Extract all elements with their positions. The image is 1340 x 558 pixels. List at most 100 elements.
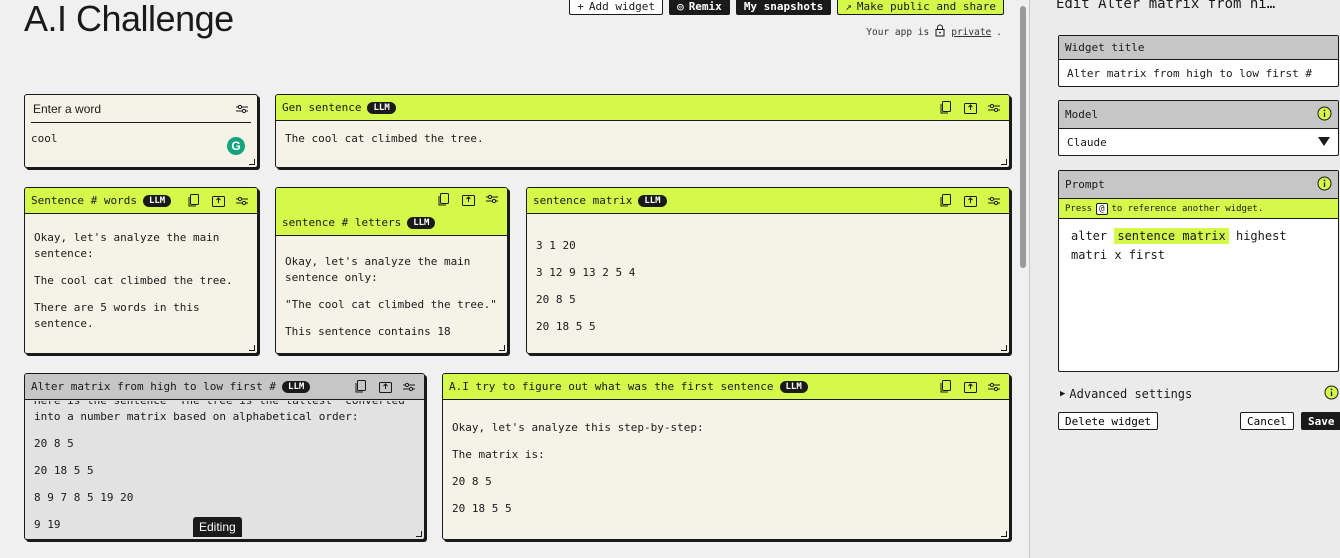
panel-title: Edit Alter matrix from hi…: [1056, 0, 1276, 12]
widget-header: Enter a word: [31, 95, 251, 123]
copy-icon[interactable]: [437, 192, 451, 206]
widget-title: sentence # letters: [282, 216, 402, 229]
widget-header: Sentence # words LLM: [25, 188, 257, 214]
info-icon[interactable]: [1324, 385, 1339, 403]
resize-handle[interactable]: [249, 159, 255, 165]
widget-header: Alter matrix from high to low first # LL…: [25, 374, 424, 400]
resize-handle[interactable]: [249, 345, 255, 351]
top-actions: + Add widget ◎ Remix My snapshots ↗ Make pu…: [569, 0, 1004, 15]
app-canvas: A.I Challenge + Add widget ◎ Remix My snap…: [0, 0, 1018, 558]
widget-header: A.I try to figure out what was the first…: [443, 374, 1009, 400]
editing-badge: Editing: [193, 517, 242, 537]
export-icon[interactable]: [963, 194, 977, 208]
widget-header: sentence matrix LLM: [527, 188, 1009, 214]
my-snapshots-button[interactable]: My snapshots: [735, 0, 832, 15]
widget-title-label: Widget title: [1059, 36, 1338, 60]
copy-icon[interactable]: [939, 194, 953, 208]
sliders-icon[interactable]: [987, 101, 1001, 115]
copy-icon[interactable]: [187, 194, 201, 208]
prompt-label: Prompt: [1065, 178, 1105, 191]
widget-guess-sentence[interactable]: A.I try to figure out what was the first…: [442, 373, 1010, 540]
sliders-icon[interactable]: [485, 192, 499, 206]
widget-output: Okay, let's analyze this step-by-step: T…: [452, 421, 704, 515]
privacy-status: Your app is private.: [866, 24, 1002, 40]
llm-badge: LLM: [407, 216, 436, 229]
copy-icon[interactable]: [354, 380, 368, 394]
model-select[interactable]: Claude: [1059, 129, 1338, 155]
widget-alter-matrix[interactable]: Alter matrix from high to low first # LL…: [24, 373, 425, 540]
resize-handle[interactable]: [1001, 531, 1007, 537]
add-widget-button[interactable]: + Add widget: [569, 0, 664, 15]
llm-badge: LLM: [367, 101, 396, 114]
prompt-hint: Press @ to reference another widget.: [1059, 199, 1338, 219]
widget-output: Here is the sentence "The tree is the ta…: [34, 401, 405, 529]
remix-icon: ◎: [677, 0, 684, 13]
sliders-icon[interactable]: [235, 102, 249, 116]
llm-badge: LLM: [779, 380, 808, 393]
canvas-scrollbar[interactable]: [1018, 0, 1028, 558]
copy-icon[interactable]: [939, 380, 953, 394]
llm-badge: LLM: [638, 194, 667, 207]
widget-title: A.I try to figure out what was the first…: [449, 380, 774, 393]
widget-title-section: Widget title Alter matrix from high to l…: [1058, 35, 1339, 87]
widget-output: 3 1 20 3 12 9 13 2 5 4 20 8 5 20 18 5 5: [536, 239, 636, 333]
privacy-link[interactable]: private: [951, 27, 991, 38]
arrow-up-right-icon: ↗: [845, 0, 852, 13]
sliders-icon[interactable]: [987, 194, 1001, 208]
prompt-editor[interactable]: alter sentence matrix highest matri x fi…: [1059, 219, 1338, 273]
prompt-section: Prompt Press @ to reference another widg…: [1058, 170, 1339, 372]
llm-badge: LLM: [142, 194, 172, 207]
widget-title: Gen sentence: [282, 101, 362, 114]
export-icon[interactable]: [211, 194, 225, 208]
remix-button[interactable]: ◎ Remix: [669, 0, 730, 15]
sliders-icon[interactable]: [235, 194, 249, 208]
export-icon[interactable]: [378, 380, 392, 394]
resize-handle[interactable]: [416, 531, 422, 537]
widget-title: sentence matrix: [533, 194, 633, 207]
widget-title: Enter a word: [33, 101, 102, 116]
scrollbar-thumb[interactable]: [1020, 6, 1026, 268]
info-icon[interactable]: [1317, 176, 1332, 194]
edit-panel: Edit Alter matrix from hi… Widget title …: [1029, 0, 1340, 558]
share-button[interactable]: ↗ Make public and share: [837, 0, 1004, 15]
resize-handle[interactable]: [1001, 159, 1007, 165]
word-input[interactable]: cool: [25, 123, 257, 155]
grammarly-icon[interactable]: G: [227, 137, 245, 155]
sliders-icon[interactable]: [402, 380, 416, 394]
widget-output: The cool cat climbed the tree.: [285, 132, 484, 145]
save-button[interactable]: Save: [1301, 412, 1340, 430]
widget-sentence-matrix[interactable]: sentence matrix LLM 3 1 20 3 12 9 13 2 5…: [526, 187, 1010, 354]
widget-gen-sentence[interactable]: Gen sentence LLM The cool cat climbed th…: [275, 94, 1010, 168]
widget-title: Alter matrix from high to low first #: [31, 380, 277, 393]
export-icon[interactable]: [963, 380, 977, 394]
resize-handle[interactable]: [1001, 345, 1007, 351]
app-title: A.I Challenge: [24, 0, 234, 39]
info-icon[interactable]: [1317, 106, 1332, 124]
export-icon[interactable]: [461, 192, 475, 206]
widget-title: Sentence # words: [31, 194, 137, 207]
dropdown-arrow-icon: [1318, 136, 1330, 149]
widget-output: Okay, let's analyze the main sentence on…: [285, 255, 497, 338]
widget-output: Okay, let's analyze the main sentence: T…: [34, 231, 233, 330]
export-icon[interactable]: [963, 101, 977, 115]
model-label: Model: [1065, 108, 1099, 121]
model-section: Model Claude: [1058, 100, 1339, 156]
widget-reference-chip[interactable]: sentence matrix: [1114, 228, 1229, 244]
advanced-settings-toggle[interactable]: ▶ Advanced settings: [1060, 385, 1339, 403]
resize-handle[interactable]: [499, 345, 505, 351]
widget-header: Gen sentence LLM: [276, 95, 1009, 121]
delete-widget-button[interactable]: Delete widget: [1058, 412, 1159, 430]
widget-sentence-words[interactable]: Sentence # words LLM Okay, let's analyze…: [24, 187, 258, 354]
widget-sentence-letters[interactable]: sentence # letters LLM Okay, let's analy…: [275, 187, 508, 354]
widget-enter-word[interactable]: Enter a word cool G: [24, 94, 258, 168]
caret-right-icon: ▶: [1060, 389, 1066, 399]
plus-icon: +: [577, 0, 584, 13]
cancel-button[interactable]: Cancel: [1240, 412, 1294, 430]
widget-title-input[interactable]: Alter matrix from high to low first #: [1059, 60, 1338, 86]
widget-header: sentence # letters LLM: [276, 188, 507, 236]
at-key: @: [1096, 202, 1108, 215]
sliders-icon[interactable]: [987, 380, 1001, 394]
lock-icon: [934, 24, 946, 40]
copy-icon[interactable]: [939, 101, 953, 115]
llm-badge: LLM: [282, 380, 311, 393]
